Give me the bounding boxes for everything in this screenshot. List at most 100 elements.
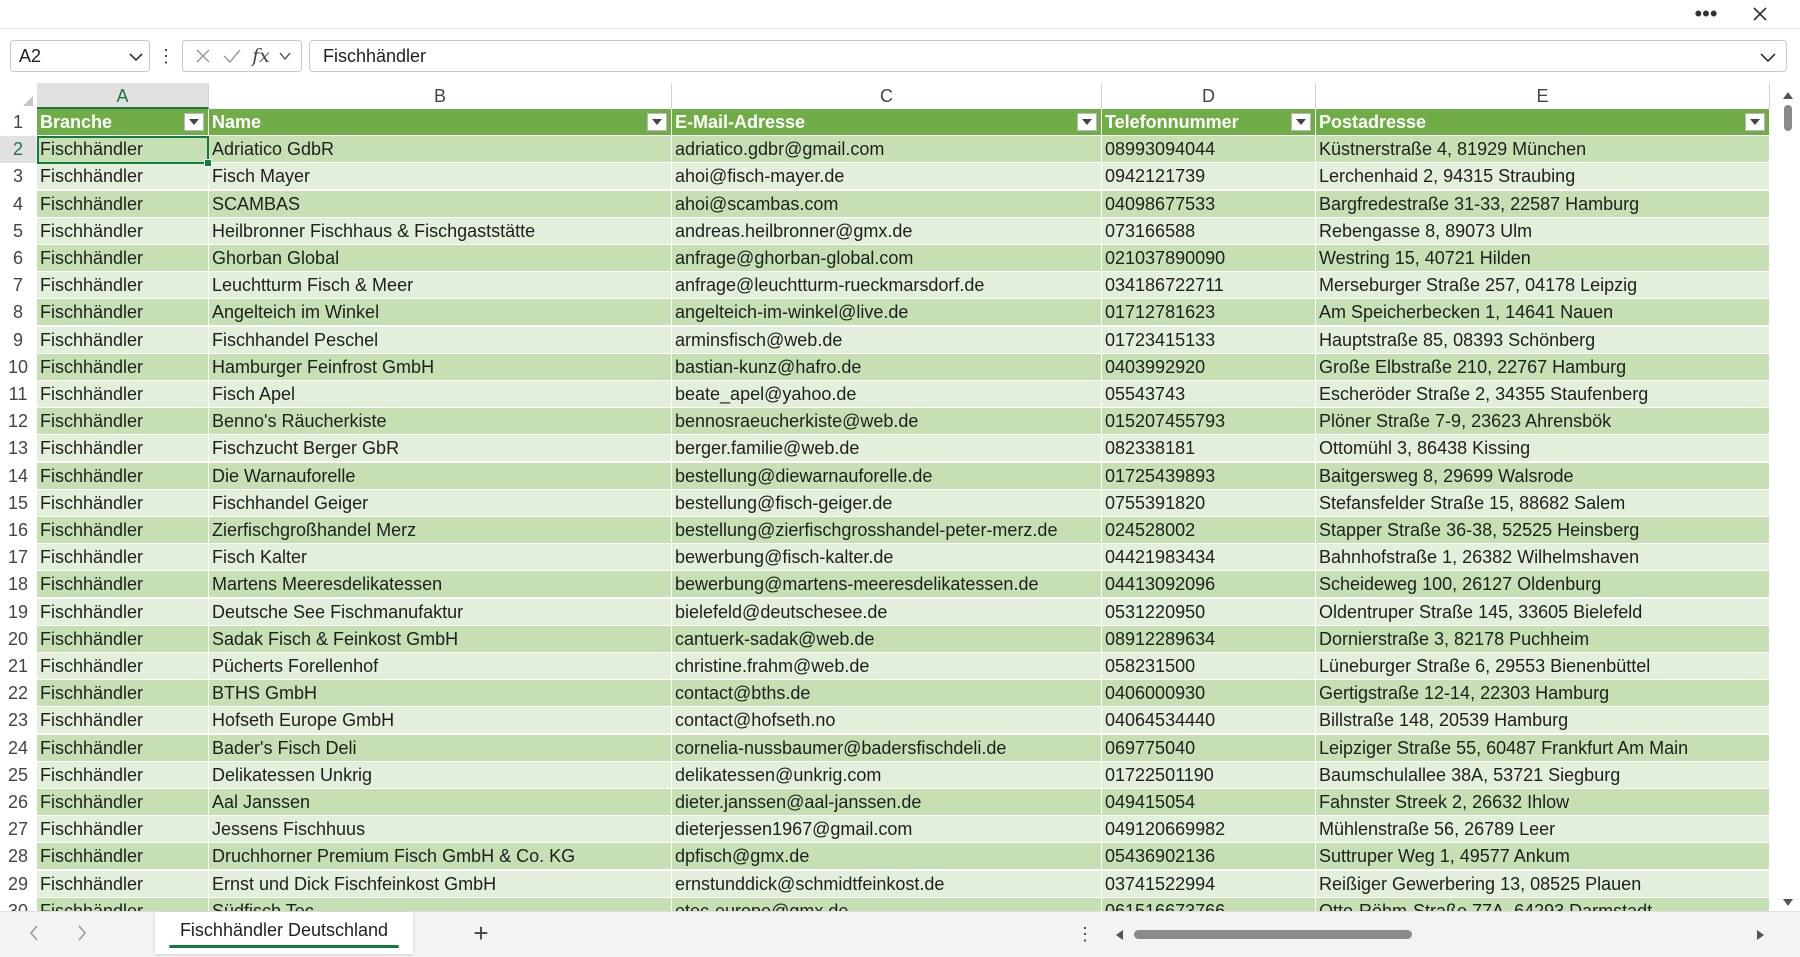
row-header[interactable]: 10 bbox=[0, 353, 36, 381]
cell-telefon[interactable]: 015207455793 bbox=[1102, 408, 1316, 436]
header-cell-postadresse[interactable]: Postadresse bbox=[1316, 109, 1770, 136]
select-all-corner[interactable] bbox=[0, 83, 36, 109]
row-header[interactable]: 7 bbox=[0, 272, 36, 300]
cell-name[interactable]: Pücherts Forellenhof bbox=[209, 653, 672, 680]
cell-branche[interactable]: Fischhändler bbox=[37, 381, 209, 408]
cell-postadresse[interactable]: Reißiger Gewerbering 13, 08525 Plauen bbox=[1316, 870, 1770, 898]
cell-name[interactable]: Hamburger Feinfrost GmbH bbox=[209, 353, 672, 381]
cell-telefon[interactable]: 021037890090 bbox=[1102, 245, 1316, 272]
cell-email[interactable]: bestellung@zierfischgrosshandel-peter-me… bbox=[672, 517, 1102, 544]
spreadsheet-grid[interactable]: A B C D E 1 Branche Name E-Mail-Adresse Telefonnu… bbox=[0, 83, 1776, 911]
cell-email[interactable]: bestellung@fisch-geiger.de bbox=[672, 489, 1102, 517]
name-box[interactable]: A2 bbox=[10, 40, 150, 72]
cell-branche[interactable]: Fischhändler bbox=[37, 462, 209, 490]
cell-name[interactable]: Heilbronner Fischhaus & Fischgaststätte bbox=[209, 217, 672, 245]
column-header-a[interactable]: A bbox=[37, 83, 209, 109]
cell-postadresse[interactable]: Hauptstraße 85, 08393 Schönberg bbox=[1316, 326, 1770, 354]
column-header-c[interactable]: C bbox=[672, 83, 1102, 109]
cell-postadresse[interactable]: Dornierstraße 3, 82178 Puchheim bbox=[1316, 625, 1770, 653]
cell-telefon[interactable]: 05436902136 bbox=[1102, 843, 1316, 871]
cell-name[interactable]: Deutsche See Fischmanufaktur bbox=[209, 598, 672, 626]
cell-postadresse[interactable]: Gertigstraße 12-14, 22303 Hamburg bbox=[1316, 680, 1770, 708]
cell-postadresse[interactable]: Otto-Röhm-Straße 77A, 64293 Darmstadt bbox=[1316, 897, 1770, 911]
cell-telefon[interactable]: 0942121739 bbox=[1102, 163, 1316, 191]
cell-branche[interactable]: Fischhändler bbox=[37, 761, 209, 789]
cell-postadresse[interactable]: Bahnhofstraße 1, 26382 Wilhelmshaven bbox=[1316, 544, 1770, 572]
scroll-right-icon[interactable] bbox=[1756, 928, 1766, 946]
cell-name[interactable]: Ernst und Dick Fischfeinkost GmbH bbox=[209, 870, 672, 898]
insert-function-icon[interactable]: fx bbox=[249, 41, 273, 71]
cell-telefon[interactable]: 01723415133 bbox=[1102, 326, 1316, 354]
cell-branche[interactable]: Fischhändler bbox=[37, 843, 209, 871]
cell-name[interactable]: Bader's Fisch Deli bbox=[209, 734, 672, 762]
cell-email[interactable]: cantuerk-sadak@web.de bbox=[672, 625, 1102, 653]
cell-telefon[interactable]: 073166588 bbox=[1102, 217, 1316, 245]
cell-telefon[interactable]: 058231500 bbox=[1102, 653, 1316, 680]
cell-email[interactable]: arminsfisch@web.de bbox=[672, 326, 1102, 354]
cell-postadresse[interactable]: Merseburger Straße 257, 04178 Leipzig bbox=[1316, 272, 1770, 300]
row-header[interactable]: 20 bbox=[0, 625, 36, 653]
cell-name[interactable]: Leuchtturm Fisch & Meer bbox=[209, 272, 672, 300]
cell-postadresse[interactable]: Billstraße 148, 20539 Hamburg bbox=[1316, 707, 1770, 735]
cell-telefon[interactable]: 04421983434 bbox=[1102, 544, 1316, 572]
cell-name[interactable]: Aal Janssen bbox=[209, 789, 672, 816]
filter-dropdown-icon[interactable] bbox=[647, 113, 667, 131]
cell-email[interactable]: delikatessen@unkrig.com bbox=[672, 761, 1102, 789]
cell-email[interactable]: bewerbung@martens-meeresdelikatessen.de bbox=[672, 571, 1102, 599]
cell-postadresse[interactable]: Stefansfelder Straße 15, 88682 Salem bbox=[1316, 489, 1770, 517]
cell-name[interactable]: Südfisch Tec bbox=[209, 897, 672, 911]
row-header[interactable]: 19 bbox=[0, 598, 36, 626]
cell-telefon[interactable]: 049415054 bbox=[1102, 789, 1316, 816]
header-cell-email[interactable]: E-Mail-Adresse bbox=[672, 109, 1102, 136]
scroll-up-icon[interactable] bbox=[1782, 87, 1794, 105]
cell-telefon[interactable]: 024528002 bbox=[1102, 517, 1316, 544]
row-header[interactable]: 6 bbox=[0, 245, 36, 272]
cell-branche[interactable]: Fischhändler bbox=[37, 680, 209, 708]
cell-name[interactable]: Die Warnauforelle bbox=[209, 462, 672, 490]
cell-branche[interactable]: Fischhändler bbox=[37, 870, 209, 898]
cell-branche[interactable]: Fischhändler bbox=[37, 707, 209, 735]
cell-postadresse[interactable]: Stapper Straße 36-38, 52525 Heinsberg bbox=[1316, 517, 1770, 544]
cell-email[interactable]: ernstunddick@schmidtfeinkost.de bbox=[672, 870, 1102, 898]
column-header-d[interactable]: D bbox=[1102, 83, 1316, 109]
cell-email[interactable]: angelteich-im-winkel@live.de bbox=[672, 299, 1102, 327]
cell-telefon[interactable]: 0403992920 bbox=[1102, 353, 1316, 381]
column-header-e[interactable]: E bbox=[1316, 83, 1770, 109]
cell-telefon[interactable]: 08912289634 bbox=[1102, 625, 1316, 653]
cell-name[interactable]: SCAMBAS bbox=[209, 190, 672, 218]
cell-branche[interactable]: Fischhändler bbox=[37, 653, 209, 680]
cell-email[interactable]: anfrage@leuchtturm-rueckmarsdorf.de bbox=[672, 272, 1102, 300]
previous-sheet-icon[interactable] bbox=[28, 924, 40, 947]
cell-postadresse[interactable]: Westring 15, 40721 Hilden bbox=[1316, 245, 1770, 272]
cell-email[interactable]: anfrage@ghorban-global.com bbox=[672, 245, 1102, 272]
cell-name[interactable]: Fischzucht Berger GbR bbox=[209, 435, 672, 463]
chevron-down-icon[interactable] bbox=[275, 41, 295, 71]
vertical-dots-icon[interactable]: ⋮ bbox=[157, 42, 175, 70]
cell-email[interactable]: dieter.janssen@aal-janssen.de bbox=[672, 789, 1102, 816]
cell-telefon[interactable]: 0755391820 bbox=[1102, 489, 1316, 517]
cancel-icon[interactable] bbox=[191, 41, 215, 71]
cell-postadresse[interactable]: Suttruper Weg 1, 49577 Ankum bbox=[1316, 843, 1770, 871]
cell-email[interactable]: christine.frahm@web.de bbox=[672, 653, 1102, 680]
cell-email[interactable]: bielefeld@deutschesee.de bbox=[672, 598, 1102, 626]
cell-postadresse[interactable]: Küstnerstraße 4, 81929 München bbox=[1316, 136, 1770, 164]
cell-postadresse[interactable]: Plöner Straße 7-9, 23623 Ahrensbök bbox=[1316, 408, 1770, 436]
row-header[interactable]: 18 bbox=[0, 571, 36, 599]
cell-postadresse[interactable]: Baumschulallee 38A, 53721 Siegburg bbox=[1316, 761, 1770, 789]
cell-postadresse[interactable]: Ottomühl 3, 86438 Kissing bbox=[1316, 435, 1770, 463]
cell-name[interactable]: Ghorban Global bbox=[209, 245, 672, 272]
row-header[interactable]: 1 bbox=[0, 109, 36, 136]
cell-branche[interactable]: Fischhändler bbox=[37, 408, 209, 436]
row-header[interactable]: 23 bbox=[0, 707, 36, 735]
cell-email[interactable]: andreas.heilbronner@gmx.de bbox=[672, 217, 1102, 245]
row-header[interactable]: 12 bbox=[0, 408, 36, 436]
cell-email[interactable]: contact@bths.de bbox=[672, 680, 1102, 708]
cell-branche[interactable]: Fischhändler bbox=[37, 897, 209, 911]
row-header[interactable]: 9 bbox=[0, 326, 36, 354]
cell-telefon[interactable]: 03741522994 bbox=[1102, 870, 1316, 898]
horizontal-scrollbar[interactable] bbox=[1110, 922, 1770, 946]
cell-email[interactable]: etec-europe@gmx.de bbox=[672, 897, 1102, 911]
filter-dropdown-icon[interactable] bbox=[1077, 113, 1097, 131]
vertical-scroll-thumb[interactable] bbox=[1784, 105, 1792, 131]
cell-postadresse[interactable]: Am Speicherbecken 1, 14641 Nauen bbox=[1316, 299, 1770, 327]
